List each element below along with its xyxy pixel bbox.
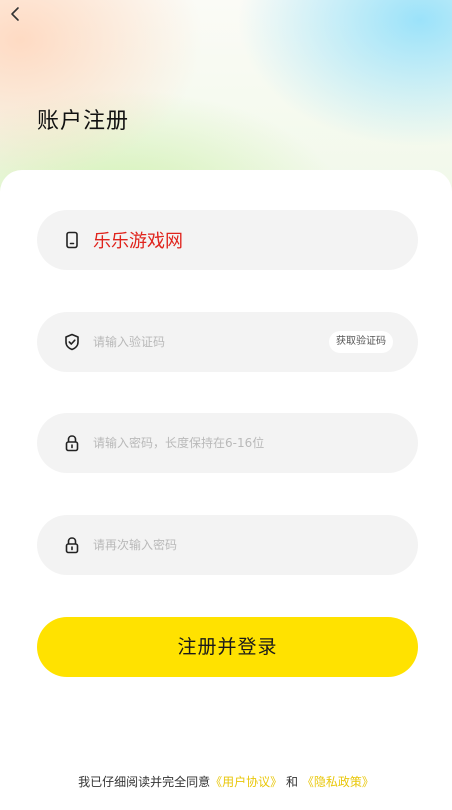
privacy-policy-link[interactable]: 《隐私政策》 [302, 775, 374, 789]
back-button[interactable] [8, 5, 26, 25]
agreement-text: 我已仔细阅读并完全同意《用户协议》 和 《隐私政策》 [0, 773, 452, 790]
phone-icon [64, 231, 80, 249]
confirm-password-input[interactable] [93, 515, 313, 575]
user-agreement-link[interactable]: 《用户协议》 [210, 775, 282, 789]
get-code-button[interactable]: 获取验证码 [329, 331, 393, 353]
shield-icon [64, 333, 80, 351]
agreement-prefix: 我已仔细阅读并完全同意 [78, 775, 211, 789]
back-arrow-icon [11, 7, 19, 21]
lock-icon [64, 434, 80, 452]
phone-field[interactable]: 乐乐游戏网 [37, 210, 418, 270]
password-input[interactable] [93, 413, 313, 473]
password-field [37, 413, 418, 473]
agreement-and: 和 [286, 775, 299, 789]
verification-code-field: 获取验证码 [37, 312, 418, 372]
confirm-password-field [37, 515, 418, 575]
lock-icon [64, 536, 80, 554]
page-title: 账户注册 [37, 109, 130, 134]
verification-code-input[interactable] [93, 312, 313, 372]
register-login-button[interactable]: 注册并登录 [37, 617, 418, 677]
phone-value: 乐乐游戏网 [93, 231, 183, 252]
